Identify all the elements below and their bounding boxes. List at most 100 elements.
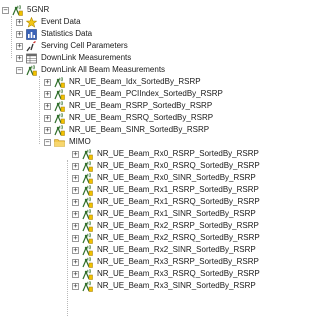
tree-node-label: Event Data: [41, 17, 81, 26]
tree-node-label: DownLink All Beam Measurements: [41, 65, 166, 74]
tree-node-label: NR_UE_Beam_Rx0_RSRP_SortedBy_RSRP: [97, 149, 259, 158]
antenna-icon: [82, 245, 93, 256]
antenna-icon: [54, 89, 65, 100]
tree-node-mimo-item[interactable]: + NR_UE_Beam_Rx2_RSRP_SortedBy_RSRP: [72, 220, 259, 232]
antenna-icon: [82, 257, 93, 268]
antenna-icon: [54, 113, 65, 124]
expand-toggle[interactable]: +: [44, 78, 51, 86]
tree-node-label: Statistics Data: [41, 29, 93, 38]
antenna-icon: [82, 161, 93, 172]
tree-node-label: 5GNR: [27, 5, 50, 14]
tree-node-beam-item[interactable]: + NR_UE_Beam_RSRQ_SortedBy_RSRP: [44, 112, 213, 124]
collapse-toggle[interactable]: −: [44, 138, 51, 146]
tree-node-beam-item[interactable]: + NR_UE_Beam_RSRP_SortedBy_RSRP: [44, 100, 212, 112]
expand-toggle[interactable]: +: [72, 234, 79, 242]
tree-node-label: NR_UE_Beam_Rx3_SINR_SortedBy_RSRP: [97, 281, 256, 290]
tree-node-label: NR_UE_Beam_Rx2_SINR_SortedBy_RSRP: [97, 245, 256, 254]
tree-node-mimo-item[interactable]: + NR_UE_Beam_Rx0_RSRQ_SortedBy_RSRP: [72, 160, 260, 172]
tree-node-label: NR_UE_Beam_Rx2_RSRQ_SortedBy_RSRP: [97, 233, 260, 242]
tree-node-label: DownLink Measurements: [41, 53, 132, 62]
antenna-icon: [82, 209, 93, 220]
tree-node-label: NR_UE_Beam_Rx0_SINR_SortedBy_RSRP: [97, 173, 256, 182]
tree-node-label: NR_UE_Beam_RSRQ_SortedBy_RSRP: [69, 113, 214, 122]
antenna-icon: [54, 125, 65, 136]
antenna-icon: [82, 173, 93, 184]
antenna-icon: [82, 221, 93, 232]
tree-node-label: NR_UE_Beam_Rx1_SINR_SortedBy_RSRP: [97, 209, 256, 218]
signal-icon: [26, 40, 37, 52]
antenna-icon: [54, 77, 65, 88]
tree-node-mimo-item[interactable]: + NR_UE_Beam_Rx1_RSRP_SortedBy_RSRP: [72, 184, 259, 196]
tree-node-label: NR_UE_Beam_Rx2_RSRP_SortedBy_RSRP: [97, 221, 259, 230]
tree-node-beam-item[interactable]: + NR_UE_Beam_Idx_SortedBy_RSRP: [44, 76, 201, 88]
tree-node-downlink-measurements[interactable]: + DownLink Measurements: [16, 52, 131, 64]
expand-toggle[interactable]: +: [44, 90, 51, 98]
tree-node-label: NR_UE_Beam_PCIIndex_SortedBy_RSRP: [69, 89, 223, 98]
tree-node-label: NR_UE_Beam_Rx3_RSRQ_SortedBy_RSRP: [97, 269, 260, 278]
tree-node-beam-item[interactable]: + NR_UE_Beam_SINR_SortedBy_RSRP: [44, 124, 209, 136]
tree-node-label: MIMO: [69, 137, 91, 146]
tree-node-mimo-item[interactable]: + NR_UE_Beam_Rx1_RSRQ_SortedBy_RSRP: [72, 196, 260, 208]
expand-toggle[interactable]: +: [72, 222, 79, 230]
tree-node-serving-cell-parameters[interactable]: + Serving Cell Parameters: [16, 40, 128, 52]
tree-connector: [67, 160, 68, 316]
tree-view: − 5GNR + Event Data + Statistics Data + …: [0, 0, 262, 324]
tree-node-label: NR_UE_Beam_Rx1_RSRQ_SortedBy_RSRP: [97, 197, 260, 206]
tree-node-mimo-item[interactable]: + NR_UE_Beam_Rx2_SINR_SortedBy_RSRP: [72, 244, 256, 256]
expand-toggle[interactable]: +: [16, 30, 23, 38]
expand-toggle[interactable]: +: [44, 102, 51, 110]
tree-node-mimo-item[interactable]: + NR_UE_Beam_Rx3_RSRP_SortedBy_RSRP: [72, 256, 259, 268]
tree-connector: [11, 16, 12, 58]
antenna-icon: [54, 101, 65, 112]
expand-toggle[interactable]: +: [16, 42, 23, 50]
antenna-icon: [82, 197, 93, 208]
expand-toggle[interactable]: +: [72, 258, 79, 266]
tree-node-label: NR_UE_Beam_Rx1_RSRP_SortedBy_RSRP: [97, 185, 259, 194]
expand-toggle[interactable]: +: [44, 114, 51, 122]
expand-toggle[interactable]: +: [72, 270, 79, 278]
expand-toggle[interactable]: +: [44, 126, 51, 134]
tree-node-label: NR_UE_Beam_SINR_SortedBy_RSRP: [69, 125, 210, 134]
tree-node-statistics-data[interactable]: + Statistics Data: [16, 28, 92, 40]
expand-toggle[interactable]: +: [72, 198, 79, 206]
collapse-toggle[interactable]: −: [16, 66, 23, 74]
expand-toggle[interactable]: +: [72, 162, 79, 170]
tree-node-mimo-item[interactable]: + NR_UE_Beam_Rx2_RSRQ_SortedBy_RSRP: [72, 232, 260, 244]
star-icon: [26, 16, 37, 28]
tree-node-mimo-item[interactable]: + NR_UE_Beam_Rx0_RSRP_SortedBy_RSRP: [72, 148, 259, 160]
expand-toggle[interactable]: +: [72, 150, 79, 158]
tree-connector: [39, 76, 40, 144]
tree-node-beam-item[interactable]: + NR_UE_Beam_PCIIndex_SortedBy_RSRP: [44, 88, 223, 100]
tree-node-mimo-item[interactable]: + NR_UE_Beam_Rx3_RSRQ_SortedBy_RSRP: [72, 268, 260, 280]
tree-node-event-data[interactable]: + Event Data: [16, 16, 81, 28]
tree-node-label: Serving Cell Parameters: [41, 41, 128, 50]
antenna-icon: [82, 269, 93, 280]
measurement-table-icon: [26, 53, 37, 64]
expand-toggle[interactable]: +: [16, 18, 23, 26]
expand-toggle[interactable]: +: [16, 54, 23, 62]
collapse-toggle[interactable]: −: [2, 6, 9, 14]
tree-node-label: NR_UE_Beam_Idx_SortedBy_RSRP: [69, 77, 201, 86]
antenna-icon: [26, 65, 37, 76]
folder-icon: [54, 137, 65, 148]
expand-toggle[interactable]: +: [72, 282, 79, 290]
statistics-icon: [26, 28, 37, 40]
tree-node-label: NR_UE_Beam_Rx0_RSRQ_SortedBy_RSRP: [97, 161, 260, 170]
tree-node-mimo[interactable]: − MIMO: [44, 136, 91, 148]
tree-node-downlink-all-beam-measurements[interactable]: − DownLink All Beam Measurements: [16, 64, 165, 76]
tree-node-mimo-item[interactable]: + NR_UE_Beam_Rx1_SINR_SortedBy_RSRP: [72, 208, 256, 220]
expand-toggle[interactable]: +: [72, 174, 79, 182]
expand-toggle[interactable]: +: [72, 210, 79, 218]
tree-node-5gnr[interactable]: − 5GNR: [2, 4, 49, 16]
tree-node-label: NR_UE_Beam_RSRP_SortedBy_RSRP: [69, 101, 213, 110]
expand-toggle[interactable]: +: [72, 246, 79, 254]
antenna-icon: [12, 5, 23, 16]
tree-node-label: NR_UE_Beam_Rx3_RSRP_SortedBy_RSRP: [97, 257, 259, 266]
tree-node-mimo-item[interactable]: + NR_UE_Beam_Rx0_SINR_SortedBy_RSRP: [72, 172, 256, 184]
antenna-icon: [82, 185, 93, 196]
tree-node-mimo-item[interactable]: + NR_UE_Beam_Rx3_SINR_SortedBy_RSRP: [72, 280, 256, 292]
antenna-icon: [82, 233, 93, 244]
antenna-icon: [82, 149, 93, 160]
antenna-icon: [82, 281, 93, 292]
expand-toggle[interactable]: +: [72, 186, 79, 194]
